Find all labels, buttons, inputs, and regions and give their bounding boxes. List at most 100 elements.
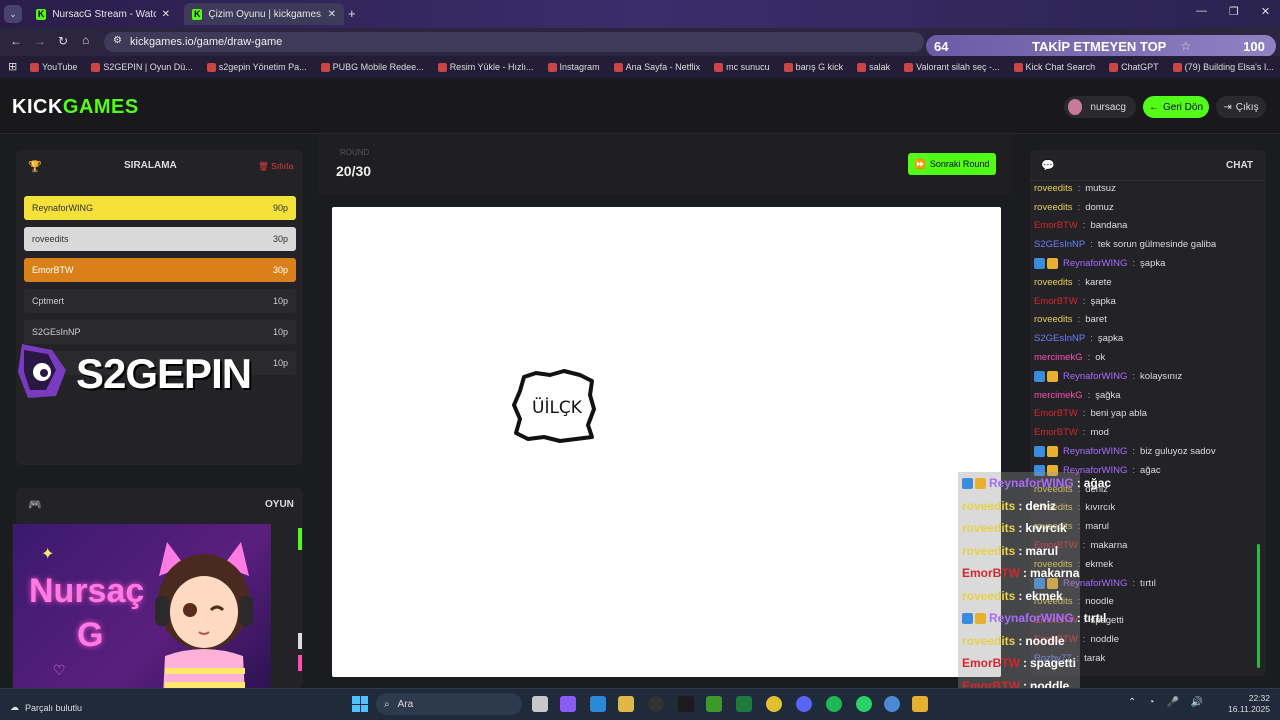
bookmark-item[interactable]: Ana Sayfa - Netflix bbox=[613, 62, 700, 72]
chat-username[interactable]: roveedits bbox=[1034, 202, 1073, 213]
taskbar-search[interactable]: ⌕ Ara bbox=[376, 693, 522, 715]
bookmark-item[interactable]: Instagram bbox=[547, 62, 600, 72]
chat-username[interactable]: mercimekG bbox=[1034, 352, 1083, 363]
chat-separator: : bbox=[1077, 276, 1081, 288]
chat-separator: : bbox=[1082, 408, 1086, 420]
new-tab-icon[interactable]: + bbox=[348, 6, 356, 21]
overlay-separator: : bbox=[1076, 476, 1081, 491]
windows-start-icon[interactable] bbox=[352, 696, 368, 712]
chat-text: noodle bbox=[1085, 596, 1114, 608]
clock-time: 22:32 bbox=[1248, 693, 1270, 703]
kickgames-favicon-icon: K bbox=[192, 8, 203, 20]
chat-username[interactable]: roveedits bbox=[1034, 277, 1073, 288]
app-icon[interactable] bbox=[736, 696, 752, 712]
chat-text: ok bbox=[1095, 352, 1106, 364]
star-icon[interactable]: ☆ bbox=[1180, 39, 1191, 53]
restore-icon[interactable]: ❐ bbox=[1229, 5, 1239, 18]
mic-icon[interactable]: 🎤 bbox=[1166, 697, 1178, 708]
minimize-icon[interactable]: — bbox=[1196, 5, 1207, 18]
file-explorer-icon[interactable] bbox=[618, 696, 634, 712]
reload-icon[interactable]: ↻ bbox=[58, 34, 68, 48]
bookmark-item[interactable]: (79) Building Elsa's I... bbox=[1172, 62, 1274, 72]
tab-game[interactable]: K Çizim Oyunu | kickgames.io ✕ bbox=[184, 3, 344, 25]
chat-message: ReynaforWING: şapka bbox=[1034, 254, 1256, 273]
chat-username[interactable]: ReynaforWING bbox=[1063, 258, 1127, 269]
clock[interactable]: 22:32 16.11.2025 bbox=[1224, 693, 1270, 715]
whatsapp-icon[interactable] bbox=[856, 696, 872, 712]
close-tab-icon[interactable]: ✕ bbox=[162, 9, 170, 20]
chat-scrollbar[interactable] bbox=[1257, 544, 1260, 668]
chat-username[interactable]: ReynaforWING bbox=[1063, 371, 1127, 382]
bookmark-item[interactable]: barış G kick bbox=[783, 62, 843, 72]
tab-stream[interactable]: K NursacG Stream - Watch Live o ✕ bbox=[28, 3, 178, 25]
task-view-icon[interactable] bbox=[532, 696, 548, 712]
copilot-icon[interactable] bbox=[560, 696, 576, 712]
chat-username[interactable]: EmorBTW bbox=[1034, 220, 1078, 231]
chat-username[interactable]: EmorBTW bbox=[1034, 408, 1078, 419]
chat-text: tarak bbox=[1084, 652, 1106, 664]
bookmark-item[interactable]: ChatGPT bbox=[1109, 62, 1159, 72]
tab-list-icon[interactable]: ⌄ bbox=[4, 5, 22, 23]
bookmark-item[interactable]: salak bbox=[857, 62, 890, 72]
chat-username[interactable]: EmorBTW bbox=[1034, 427, 1078, 438]
network-icon[interactable]: ◔ bbox=[1148, 697, 1154, 708]
bookmark-item[interactable]: s2gepin Yönetim Pa... bbox=[206, 62, 307, 72]
fast-forward-icon: ⏩ bbox=[914, 158, 926, 169]
sparkle-icon: ✦ bbox=[41, 546, 55, 563]
next-round-button[interactable]: ⏩ Sonraki Round bbox=[908, 153, 996, 175]
chat-bubble-icon: 💬 bbox=[1041, 160, 1055, 172]
capcut-icon[interactable] bbox=[678, 696, 694, 712]
tab-title: Çizim Oyunu | kickgames.io bbox=[208, 8, 322, 20]
weather-widget[interactable]: ☁ Parçalı bulutlu bbox=[10, 702, 82, 713]
bookmark-item[interactable]: PUBG Mobile Redee... bbox=[320, 62, 424, 72]
back-icon[interactable]: ← bbox=[10, 34, 22, 48]
folder-icon[interactable] bbox=[912, 696, 928, 712]
bookmark-label: Instagram bbox=[559, 62, 600, 72]
bookmark-item[interactable]: Valorant silah seç -... bbox=[904, 62, 1000, 72]
settings-app-icon[interactable] bbox=[590, 696, 606, 712]
verified-badge-icon bbox=[962, 477, 973, 489]
overlay-username: roveedits bbox=[962, 521, 1016, 536]
chevron-up-icon[interactable]: ⌃ bbox=[1128, 697, 1136, 708]
home-icon[interactable]: ⌂ bbox=[82, 33, 89, 47]
s2gepin-logo-icon bbox=[16, 336, 72, 404]
volume-icon[interactable]: 🔊 bbox=[1191, 697, 1203, 708]
logout-button[interactable]: ⇥ Çıkış bbox=[1216, 96, 1266, 118]
overlay-message: ReynaforWING: tırtıl bbox=[958, 607, 1106, 630]
bookmark-item[interactable]: Resim Yükle - Hızlı... bbox=[437, 62, 534, 72]
close-tab-icon[interactable]: ✕ bbox=[328, 9, 336, 20]
bookmarks-bar: ⊞ YouTube S2GEPIN | Oyun Dü... s2gepin Yön… bbox=[0, 56, 1280, 78]
chat-username[interactable]: roveedits bbox=[1034, 314, 1073, 325]
back-button[interactable]: ← Geri Dön bbox=[1143, 96, 1209, 118]
bookmark-item[interactable]: YouTube bbox=[30, 62, 77, 72]
obs-icon[interactable] bbox=[648, 696, 664, 712]
reset-button[interactable]: 🗑 Sıfırla bbox=[258, 161, 293, 172]
chat-username[interactable]: mercimekG bbox=[1034, 390, 1083, 401]
user-chip[interactable]: nursacg bbox=[1064, 96, 1136, 118]
chat-username[interactable]: S2GEsInNP bbox=[1034, 239, 1085, 250]
overlay-username: roveedits bbox=[962, 543, 1016, 558]
forward-icon[interactable]: → bbox=[34, 34, 46, 48]
bookmark-item[interactable]: S2GEPIN | Oyun Dü... bbox=[91, 62, 193, 72]
drawing-canvas[interactable]: ÜİLÇK bbox=[332, 207, 1001, 677]
url-field[interactable]: ⚙ kickgames.io/game/draw-game bbox=[104, 32, 924, 52]
spotify-icon[interactable] bbox=[826, 696, 842, 712]
minecraft-icon[interactable] bbox=[706, 696, 722, 712]
close-window-icon[interactable]: ✕ bbox=[1261, 5, 1270, 18]
bookmark-item[interactable]: Kick Chat Search bbox=[1013, 62, 1095, 72]
chat-username[interactable]: ReynaforWING bbox=[1063, 446, 1127, 457]
overlay-separator: : bbox=[1023, 656, 1027, 671]
chrome-icon[interactable] bbox=[766, 696, 782, 712]
chrome-alt-icon[interactable] bbox=[884, 696, 900, 712]
chat-username[interactable]: roveedits bbox=[1034, 183, 1073, 194]
apps-grid-icon[interactable]: ⊞ bbox=[8, 60, 17, 73]
site-logo[interactable]: KICKGAMES bbox=[12, 96, 139, 119]
bookmark-item[interactable]: mc sunucu bbox=[714, 62, 770, 72]
site-info-icon[interactable]: ⚙ bbox=[113, 35, 122, 46]
chat-text: kıvırcık bbox=[1085, 502, 1116, 514]
chat-username[interactable]: EmorBTW bbox=[1034, 296, 1078, 307]
promo-banner[interactable]: 64 TAKİP ETMEYEN TOP ☆ 100 bbox=[926, 35, 1276, 57]
back-label: Geri Dön bbox=[1162, 101, 1203, 113]
chat-username[interactable]: S2GEsInNP bbox=[1034, 333, 1085, 344]
discord-icon[interactable] bbox=[796, 696, 812, 712]
